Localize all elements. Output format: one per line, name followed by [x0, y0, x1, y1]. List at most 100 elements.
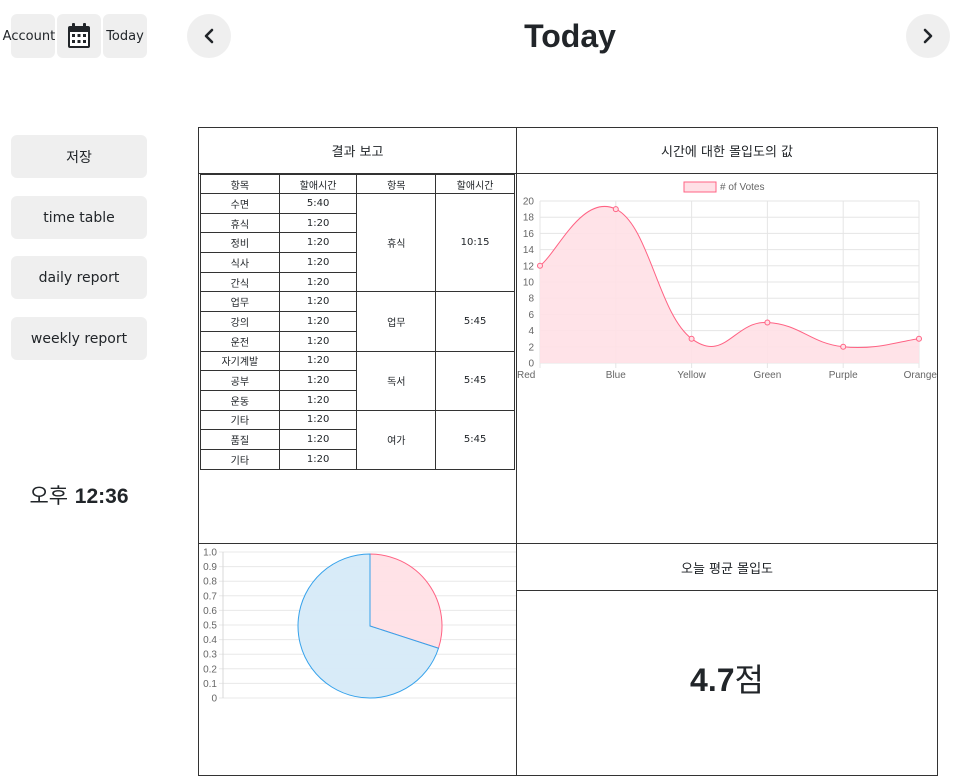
y-tick-label: 10: [523, 278, 535, 289]
x-tick-label: Blue: [606, 370, 626, 381]
average-score: 4.7점: [517, 655, 937, 701]
chevron-left-icon: [204, 28, 214, 44]
data-point: [612, 206, 619, 213]
item-cell: 휴식: [200, 212, 280, 234]
average-score-unit: 점: [734, 661, 764, 699]
column-header: 할애시간: [435, 174, 515, 194]
time-cell: 1:20: [278, 448, 358, 470]
time-cell: 1:20: [278, 330, 358, 352]
data-point: [537, 262, 543, 269]
clock-period: 오후: [29, 484, 69, 508]
pie-chart: 1.0 0.9 0.8 0.7 0.6 0.5 0.4 0.3 0.2 0.1 0: [203, 548, 516, 705]
line-chart: # of Votes 0 2 4 6 8 10 12 14 16 18 20 Red Blue Yellow…: [517, 181, 937, 381]
table-row: 기타 1:20 여가 5:45: [200, 409, 515, 470]
table-row: 수면 5:40 휴식 10:15: [200, 192, 515, 293]
y-tick-label: 0.2: [203, 664, 217, 675]
y-tick-label: 0.3: [203, 650, 217, 661]
y-tick-label: 18: [523, 213, 535, 224]
group-item-cell: 독서: [356, 350, 437, 411]
account-label: Account: [2, 28, 56, 44]
column-header: 할애시간: [278, 174, 358, 194]
item-cell: 업무: [200, 291, 280, 313]
y-tick-label: 16: [523, 229, 535, 240]
x-tick-label: Purple: [829, 370, 858, 381]
column-header: 항목: [200, 174, 280, 194]
report-panel-title: 결과 보고: [198, 127, 517, 174]
y-tick-label: 14: [523, 245, 535, 256]
group-item-cell: 업무: [356, 291, 437, 352]
item-cell: 품질: [200, 429, 280, 450]
y-tick-label: 0.9: [203, 562, 217, 573]
time-cell: 1:20: [278, 370, 358, 391]
line-chart-panel-title: 시간에 대한 몰입도의 값: [516, 127, 938, 174]
group-item-cell: 여가: [356, 409, 437, 470]
y-tick-label: 2: [528, 342, 534, 353]
item-cell: 수면: [200, 193, 280, 214]
average-score-value: 4.7: [690, 662, 735, 698]
page-title: Today: [524, 18, 616, 54]
legend-swatch: [683, 181, 717, 193]
y-tick-label: 0.8: [203, 577, 217, 588]
group-time-cell: 5:45: [435, 409, 515, 470]
chart-legend: # of Votes: [683, 181, 764, 193]
y-tick-label: 20: [523, 197, 535, 208]
time-cell: 1:20: [278, 350, 358, 372]
y-tick-label: 6: [528, 310, 534, 321]
table-header-row: 항목 할애시간 항목 할애시간: [200, 174, 515, 194]
time-cell: 5:40: [278, 193, 358, 214]
time-cell: 1:20: [278, 252, 358, 273]
y-tick-label: 4: [528, 326, 534, 337]
y-tick-label: 0.1: [203, 679, 217, 690]
legend-label: # of Votes: [720, 182, 764, 193]
account-dropdown-button[interactable]: Account ▼: [3, 14, 63, 58]
column-header: 항목: [356, 174, 437, 194]
time-table-button[interactable]: time table: [11, 196, 147, 239]
group-time-cell: 10:15: [435, 192, 515, 293]
daily-report-button[interactable]: daily report: [11, 256, 147, 299]
time-cell: 1:20: [278, 429, 358, 450]
calendar-button[interactable]: [57, 14, 101, 58]
item-cell: 기타: [200, 448, 280, 470]
y-tick-label: 0: [211, 694, 217, 705]
data-point: [916, 335, 922, 342]
y-tick-label: 1.0: [203, 548, 217, 559]
time-cell: 1:20: [278, 232, 358, 254]
data-point: [764, 319, 771, 326]
group-time-cell: 5:45: [435, 291, 515, 352]
x-tick-label: Red: [517, 370, 535, 381]
item-cell: 운전: [200, 330, 280, 352]
group-time-cell: 5:45: [435, 350, 515, 411]
item-cell: 식사: [200, 252, 280, 273]
x-tick-label: Green: [754, 370, 782, 381]
average-panel-title: 오늘 평균 몰입도: [516, 543, 938, 591]
y-tick-label: 0.4: [203, 635, 217, 646]
item-cell: 간식: [200, 271, 280, 293]
item-cell: 공부: [200, 370, 280, 391]
y-tick-label: 0.6: [203, 606, 217, 617]
x-tick-label: Orange: [904, 370, 937, 381]
item-cell: 강의: [200, 311, 280, 332]
y-tick-label: 0.5: [203, 621, 217, 632]
weekly-report-button[interactable]: weekly report: [11, 317, 147, 360]
y-tick-label: 8: [528, 294, 534, 305]
save-button[interactable]: 저장: [11, 135, 147, 178]
time-cell: 1:20: [278, 271, 358, 293]
report-table: 항목 할애시간 항목 할애시간 수면 5:40 휴식 10:15 휴식 1:20 …: [200, 174, 515, 470]
item-cell: 정비: [200, 232, 280, 254]
group-item-cell: 휴식: [356, 192, 437, 293]
data-point: [688, 335, 695, 342]
today-button[interactable]: Today: [103, 14, 147, 58]
time-cell: 1:20: [278, 291, 358, 313]
y-tick-label: 12: [523, 261, 535, 272]
previous-day-button[interactable]: [187, 14, 231, 58]
item-cell: 자기계발: [200, 350, 280, 372]
next-day-button[interactable]: [906, 14, 950, 58]
data-point: [840, 343, 847, 350]
table-row: 업무 1:20 업무 5:45: [200, 291, 515, 352]
time-cell: 1:20: [278, 389, 358, 411]
x-tick-label: Yellow: [677, 370, 706, 381]
y-tick-label: 0: [528, 359, 534, 370]
time-cell: 1:20: [278, 409, 358, 431]
table-row: 자기계발 1:20 독서 5:45: [200, 350, 515, 411]
time-cell: 1:20: [278, 311, 358, 332]
